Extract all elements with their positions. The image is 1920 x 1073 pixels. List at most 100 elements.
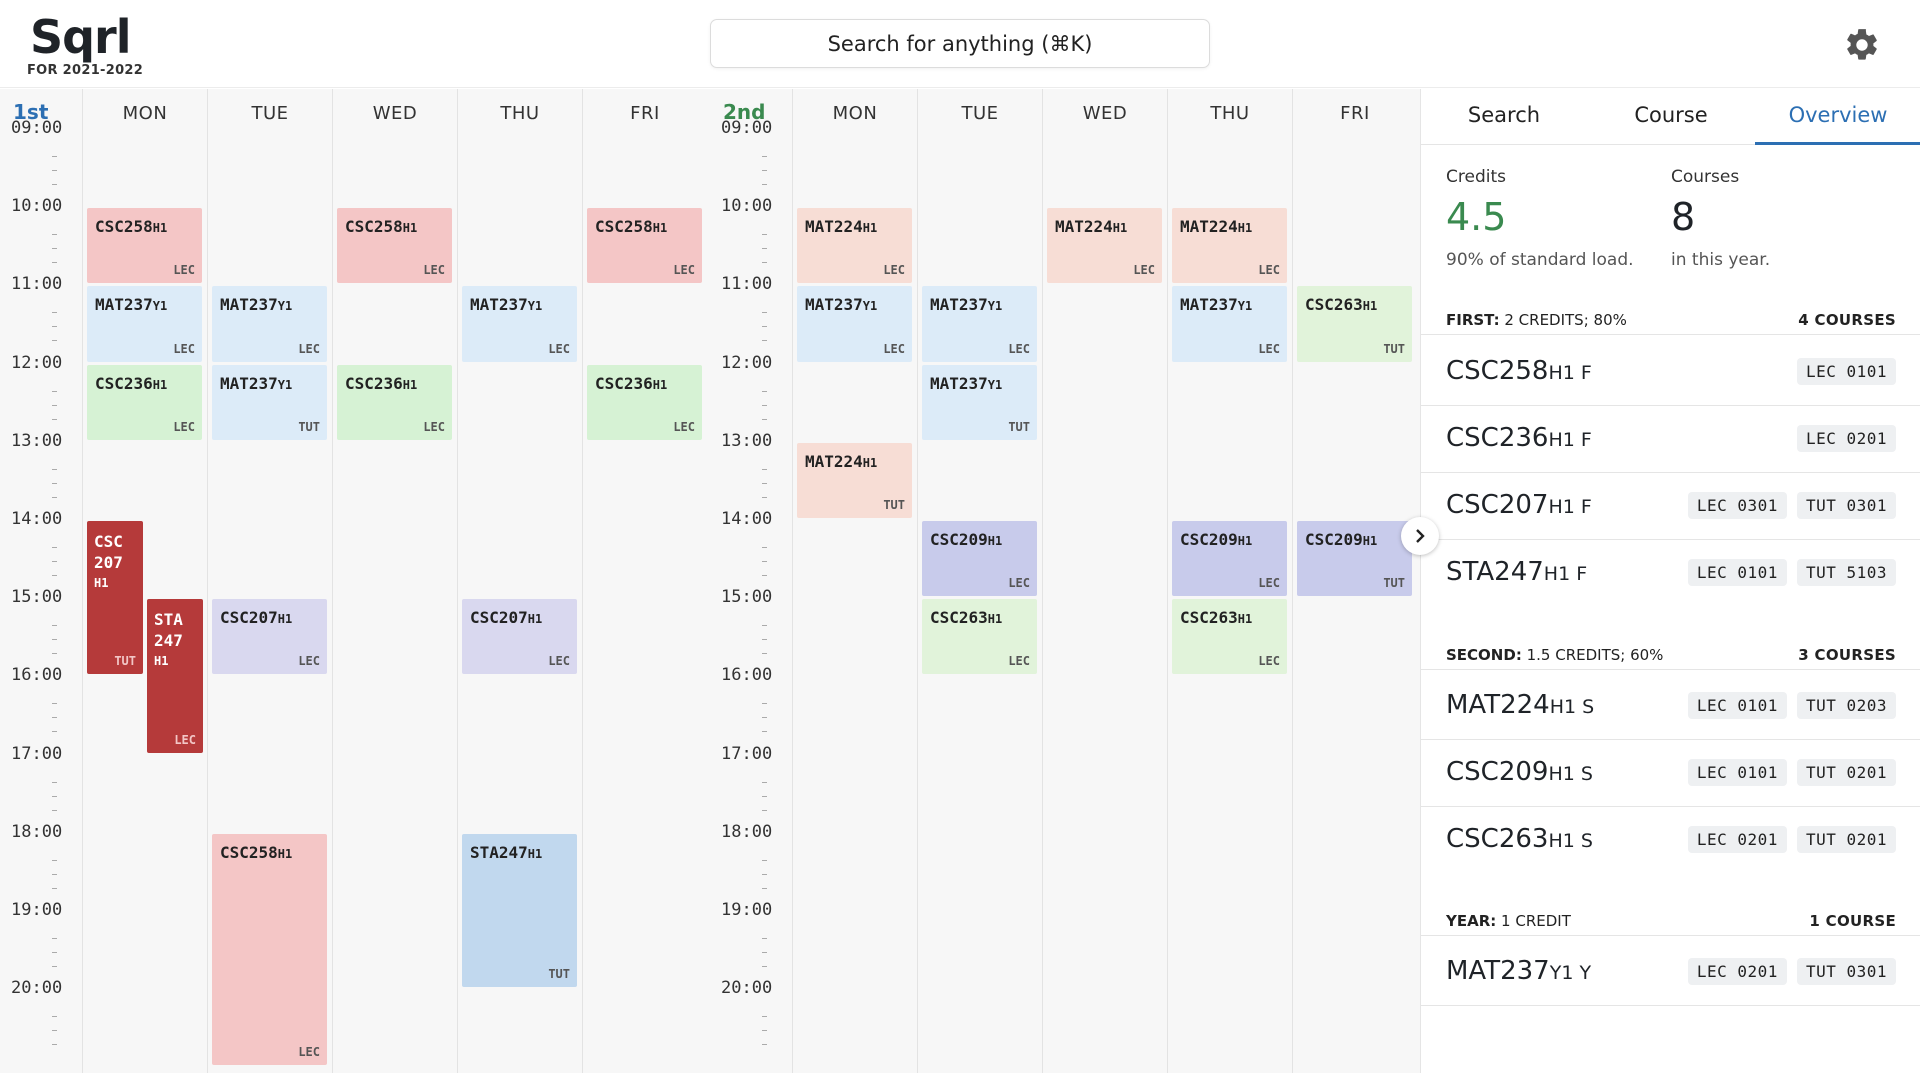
event-type: LEC (1008, 576, 1030, 591)
course-event-block[interactable]: MAT237Y1 LEC (1172, 286, 1287, 362)
time-tick (762, 418, 767, 420)
conflict-event-block[interactable]: STA 247 H1 LEC (147, 599, 203, 753)
event-type: LEC (1133, 263, 1155, 278)
course-event-block[interactable]: STA247H1 TUT (462, 833, 577, 988)
event-code: CSC263H1 (1305, 295, 1378, 315)
event-suffix: H1 (402, 221, 418, 236)
course-event-block[interactable]: MAT237Y1 LEC (797, 286, 912, 362)
meeting-section-chip[interactable]: LEC 0301 (1687, 492, 1787, 519)
time-tick (52, 326, 57, 328)
time-tick (52, 547, 57, 548)
course-event-block[interactable]: CSC258H1 LEC (587, 208, 702, 284)
course-name: CSC236H1 F (1446, 423, 1592, 453)
course-event-block[interactable]: CSC209H1 LEC (1172, 521, 1287, 597)
day-header: WED (1082, 103, 1128, 124)
time-tick (52, 809, 57, 811)
conflict-event-block[interactable]: CSC 207 H1 TUT (87, 521, 143, 675)
course-event-block[interactable]: CSC263H1 LEC (922, 599, 1037, 675)
time-tick (52, 340, 57, 342)
course-event-block[interactable]: MAT237Y1 TUT (212, 364, 327, 440)
course-event-block[interactable]: MAT237Y1 LEC (87, 286, 202, 362)
course-event-block[interactable]: CSC258H1 LEC (337, 208, 452, 284)
section-header: FIRST: 2 CREDITS; 80% 4 COURSES (1421, 305, 1920, 335)
meeting-section-chip[interactable]: LEC 0201 (1796, 425, 1896, 452)
section-course-count: 1 COURSE (1809, 912, 1896, 930)
time-tick (762, 1044, 767, 1046)
chevron-right-icon (1416, 529, 1425, 543)
course-event-block[interactable]: CSC209H1 LEC (922, 521, 1037, 597)
meeting-section-chip[interactable]: LEC 0201 (1687, 958, 1787, 985)
time-tick (52, 170, 57, 171)
course-row[interactable]: CSC236H1 F LEC 0201 (1421, 406, 1920, 473)
meeting-section-chip[interactable]: TUT 0203 (1796, 692, 1896, 719)
app-logo[interactable]: Sqrl (30, 10, 132, 64)
time-label: 12:00 (721, 352, 773, 373)
course-event-block[interactable]: CSC258H1 LEC (87, 208, 202, 284)
course-event-block[interactable]: MAT237Y1 LEC (922, 286, 1037, 362)
credits-label: Credits (1446, 167, 1506, 187)
course-event-block[interactable]: CSC207H1 LEC (462, 599, 577, 675)
tab-search[interactable]: Search (1421, 103, 1587, 127)
course-row[interactable]: MAT224H1 S LEC 0101 TUT 0203 (1421, 673, 1920, 740)
time-tick (52, 248, 57, 250)
course-event-block[interactable]: MAT224H1 LEC (1172, 208, 1287, 284)
event-suffix: H1 (862, 455, 878, 470)
course-row[interactable]: CSC207H1 F LEC 0301 TUT 0301 (1421, 473, 1920, 540)
course-row[interactable]: CSC263H1 S LEC 0201 TUT 0201 (1421, 807, 1920, 874)
course-row[interactable]: STA247H1 F LEC 0101 TUT 5103 (1421, 540, 1920, 607)
event-suffix: H1 (152, 377, 168, 392)
event-code: CSC236H1 (345, 373, 418, 393)
course-event-block[interactable]: MAT224H1 LEC (1047, 208, 1162, 284)
time-tick (52, 404, 57, 406)
meeting-section-chip[interactable]: TUT 0301 (1796, 492, 1896, 519)
meeting-section-chip[interactable]: LEC 0101 (1687, 692, 1787, 719)
time-tick (762, 156, 767, 157)
course-event-block[interactable]: CSC207H1 LEC (212, 599, 327, 675)
day-header: FRI (630, 103, 660, 124)
day-header: TUE (251, 103, 289, 124)
meeting-chips: LEC 0101 TUT 5103 (1687, 559, 1896, 586)
course-event-block[interactable]: CSC209H1 TUT (1297, 521, 1412, 597)
tab-course[interactable]: Course (1588, 103, 1754, 127)
section-label: SECOND: 1.5 CREDITS; 60% (1446, 646, 1664, 664)
course-row[interactable]: MAT237Y1 Y LEC 0201 TUT 0301 (1421, 939, 1920, 1006)
course-event-block[interactable]: CSC263H1 LEC (1172, 599, 1287, 675)
course-row[interactable]: CSC258H1 F LEC 0101 (1421, 339, 1920, 406)
meeting-section-chip[interactable]: TUT 0201 (1796, 759, 1896, 786)
course-event-block[interactable]: MAT224H1 LEC (797, 208, 912, 284)
course-event-block[interactable]: MAT224H1 TUT (797, 442, 912, 518)
time-tick (762, 340, 767, 342)
meeting-section-chip[interactable]: TUT 0301 (1796, 958, 1896, 985)
course-event-block[interactable]: CSC263H1 TUT (1297, 286, 1412, 362)
gear-icon[interactable] (1843, 26, 1881, 64)
event-suffix: H1 (1112, 221, 1128, 236)
course-event-block[interactable]: CSC258H1 LEC (212, 833, 327, 1066)
time-tick (762, 262, 767, 264)
course-event-block[interactable]: MAT237Y1 LEC (462, 286, 577, 362)
event-suffix: H1 (987, 534, 1003, 548)
meeting-section-chip[interactable]: TUT 0201 (1796, 826, 1896, 853)
active-tab-indicator (1755, 142, 1920, 145)
meeting-chips: LEC 0201 (1796, 425, 1896, 452)
time-tick (762, 496, 767, 498)
course-event-block[interactable]: CSC236H1 LEC (587, 364, 702, 440)
section-course-count: 4 COURSES (1798, 311, 1896, 329)
course-event-block[interactable]: MAT237Y1 TUT (922, 364, 1037, 440)
time-tick (762, 561, 767, 562)
time-tick (52, 156, 57, 157)
course-event-block[interactable]: MAT237Y1 LEC (212, 286, 327, 362)
meeting-section-chip[interactable]: LEC 0101 (1687, 559, 1787, 586)
meeting-section-chip[interactable]: LEC 0101 (1796, 358, 1896, 385)
meeting-section-chip[interactable]: LEC 0201 (1687, 826, 1787, 853)
course-name: CSC258H1 F (1446, 356, 1592, 386)
course-event-block[interactable]: CSC236H1 LEC (87, 364, 202, 440)
meeting-section-chip[interactable]: TUT 5103 (1796, 559, 1896, 586)
tab-overview[interactable]: Overview (1755, 103, 1920, 127)
time-label: 17:00 (721, 743, 773, 764)
time-tick (762, 482, 767, 484)
course-row[interactable]: CSC209H1 S LEC 0101 TUT 0201 (1421, 740, 1920, 807)
course-event-block[interactable]: CSC236H1 LEC (337, 364, 452, 440)
collapse-sidebar-button[interactable] (1401, 517, 1439, 555)
meeting-section-chip[interactable]: LEC 0101 (1687, 759, 1787, 786)
global-search-input[interactable]: Search for anything (⌘K) (710, 19, 1210, 68)
